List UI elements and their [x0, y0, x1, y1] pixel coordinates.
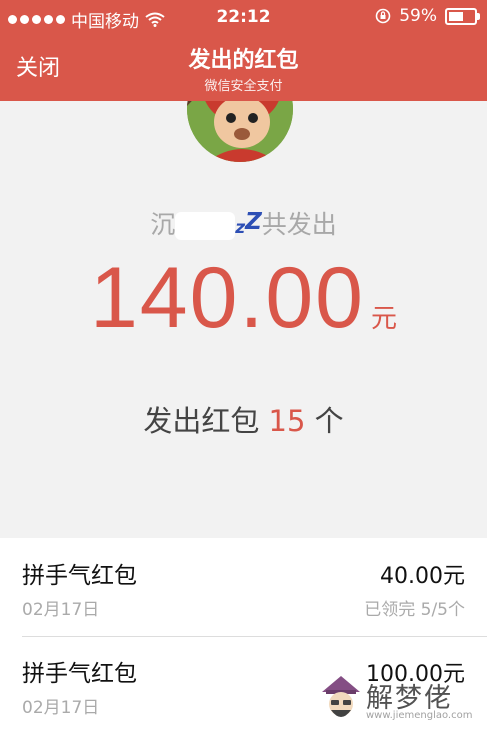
total-amount: 140.00 [89, 250, 366, 346]
orientation-lock-icon [375, 8, 391, 24]
page-subtitle: 微信安全支付 [204, 79, 283, 94]
count-prefix: 发出红包 [143, 404, 260, 438]
packet-status: 已领完 5/5个 [364, 600, 465, 620]
sender-name-prefix: 沉 [150, 210, 176, 239]
blurred-name [175, 212, 236, 240]
packet-amount: 40.00元 [380, 564, 465, 589]
sender-line: 沉 zZ共发出 [0, 205, 487, 241]
status-bar: 中国移动 22:12 59% [0, 0, 487, 36]
nav-bar: 关闭 发出的红包 微信安全支付 [0, 36, 487, 101]
packet-type: 拼手气红包 [22, 563, 137, 589]
page-title: 发出的红包 [188, 48, 299, 73]
packet-count-row: 发出红包 15 个 [0, 398, 487, 440]
sent-label: 共发出 [261, 210, 337, 239]
packet-count: 15 [268, 404, 306, 438]
avatar [187, 101, 293, 162]
amount-unit: 元 [371, 304, 398, 334]
packet-type: 拼手气红包 [22, 661, 137, 687]
sender-name-suffix: zZ [235, 209, 262, 239]
battery-icon [445, 7, 480, 25]
packet-date: 02月17日 [22, 600, 100, 620]
watermark-logo-icon [322, 676, 360, 717]
count-suffix: 个 [314, 404, 344, 438]
zz-big: Z [245, 209, 262, 235]
status-right: 59% [375, 6, 480, 26]
list-item[interactable]: 拼手气红包 02月17日 40.00元 已领完 5/5个 [0, 538, 487, 636]
packet-date: 02月17日 [22, 698, 100, 718]
zz-small: z [235, 218, 246, 238]
summary-panel: 沉 zZ共发出 140.00 元 发出红包 15 个 [0, 101, 487, 538]
total-amount-row: 140.00 元 [0, 249, 487, 348]
watermark-url: www.jiemenglao.com [366, 710, 473, 721]
watermark: 解梦佬 www.jiemenglao.com [318, 672, 483, 728]
battery-percent: 59% [399, 6, 437, 26]
battery-fill [449, 11, 464, 21]
avatar-image [187, 101, 293, 162]
